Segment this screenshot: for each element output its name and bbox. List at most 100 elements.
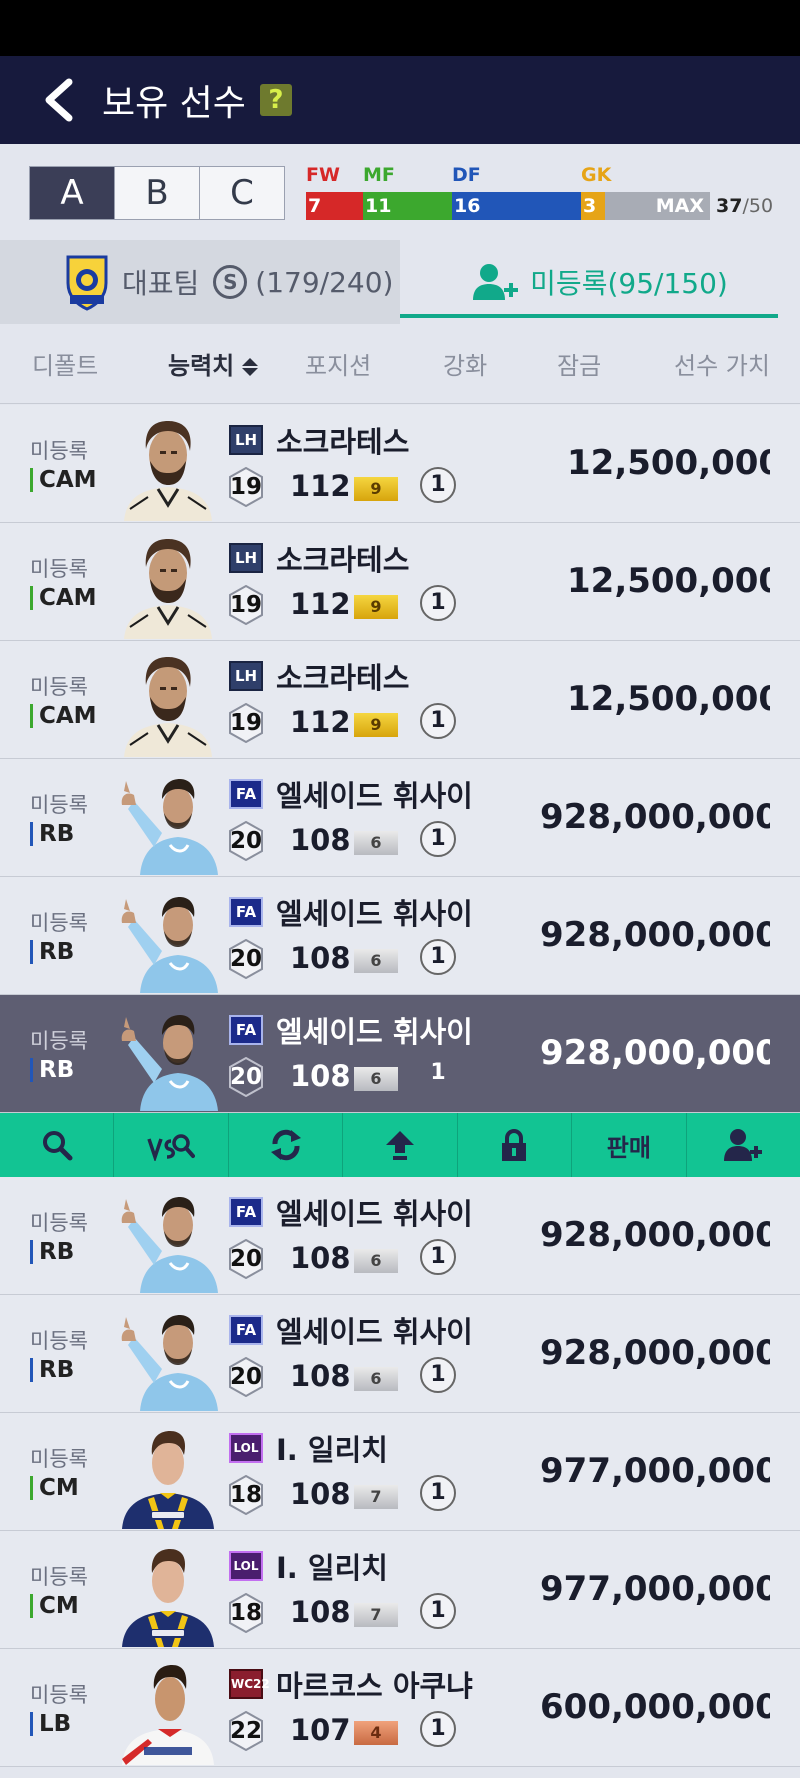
back-arrow-icon[interactable]: [28, 70, 88, 130]
sort-option-label: 디폴트: [32, 352, 99, 380]
sort-option-2[interactable]: 포지션: [305, 346, 371, 381]
registration-status: 미등록: [30, 1683, 88, 1707]
lock-button[interactable]: [458, 1113, 573, 1177]
sort-option-4[interactable]: 잠금: [557, 346, 601, 381]
player-portrait: [118, 1005, 218, 1111]
player-position: RB: [30, 1239, 74, 1265]
vs-search-button[interactable]: [114, 1113, 229, 1177]
salary-badge: 19: [228, 467, 264, 507]
player-row[interactable]: 미등록 RB FA 엘세이드 휘사이 20 108 6 1 928,000,000: [0, 877, 800, 995]
season-badge-icon: FA: [229, 897, 263, 927]
player-portrait: [118, 1659, 218, 1765]
register-player-button[interactable]: [687, 1113, 800, 1177]
player-row[interactable]: 미등록 LB WC22 마르코스 아쿠냐 22 107 4 1 600,000,000: [0, 1649, 800, 1767]
salary-badge: 20: [228, 821, 264, 861]
pos-bar-gk: 3: [581, 192, 605, 220]
player-value: 977,000,000: [540, 1451, 770, 1491]
registration-status: 미등록: [30, 1565, 88, 1589]
squad-tab-b[interactable]: B: [115, 167, 200, 219]
player-list: 미등록CAMLH소크라테스191129112,500,000,000미등록CAM…: [0, 405, 800, 1767]
card-count: 1: [420, 703, 456, 739]
player-row[interactable]: 미등록 CAM LH 소크라테스 19 11291 12,500,000,000: [0, 405, 800, 523]
registration-status: 미등록: [30, 1447, 88, 1471]
squad-tab-a[interactable]: A: [30, 167, 115, 219]
player-row[interactable]: 미등록 RB FA 엘세이드 휘사이 20 108 6 1 928,000,000: [0, 995, 800, 1113]
season-badge-icon: FA: [229, 1197, 263, 1227]
pos-bar-mf: 11: [363, 192, 452, 220]
player-portrait: [118, 1423, 218, 1529]
card-count: 1: [420, 1593, 456, 1629]
overall-rating: 108: [290, 1359, 351, 1393]
salary-badge: 18: [228, 1475, 264, 1515]
player-row[interactable]: 미등록 CAM LH 소크라테스 19 11291 12,500,000,000: [0, 523, 800, 641]
player-name: 소크라테스: [276, 425, 410, 459]
overall-rating: 108: [290, 1241, 351, 1275]
player-name: 엘세이드 휘사이: [276, 897, 473, 931]
search-button[interactable]: [0, 1113, 115, 1177]
season-badge-icon: FA: [229, 779, 263, 809]
enhancement-badge: 9: [354, 713, 398, 737]
player-row[interactable]: 미등록 CM LOL I. 일리치 18 108 7 1 977,000,000: [0, 1531, 800, 1649]
player-name: 엘세이드 휘사이: [276, 1315, 473, 1349]
player-value: 928,000,000: [540, 1033, 770, 1073]
enhancement-badge: 6: [354, 831, 398, 855]
player-portrait: [118, 1187, 218, 1293]
lock-icon: [500, 1128, 528, 1162]
swap-button[interactable]: [229, 1113, 344, 1177]
overall-rating: 112: [290, 705, 351, 739]
player-position: CAM: [30, 467, 97, 493]
player-portrait: [118, 1541, 218, 1647]
salary-badge: 20: [228, 1057, 264, 1097]
enhancement-badge: 7: [354, 1603, 398, 1627]
player-name: 소크라테스: [276, 543, 410, 577]
team-label: 대표팀: [122, 267, 200, 300]
player-row[interactable]: 미등록 CM LOL I. 일리치 18 108 7 1 977,000,000: [0, 1413, 800, 1531]
player-name: 마르코스 아쿠냐: [276, 1669, 473, 1703]
season-badge-icon: FA: [229, 1315, 263, 1345]
player-row[interactable]: 미등록 RB FA 엘세이드 휘사이 20 108 6 1 928,000,000: [0, 1295, 800, 1413]
enhancement-badge: 9: [354, 595, 398, 619]
page-title: 보유 선수: [102, 83, 246, 124]
sort-option-5[interactable]: 선수 가치: [674, 346, 770, 381]
pos-label-mf: MF: [363, 164, 395, 186]
season-badge-icon: WC22: [229, 1669, 270, 1699]
player-row[interactable]: 미등록 RB FA 엘세이드 휘사이 20 108 6 1 928,000,000: [0, 1177, 800, 1295]
player-name: 엘세이드 휘사이: [276, 779, 473, 813]
sort-option-0[interactable]: 디폴트: [32, 346, 98, 381]
enhancement-badge: 4: [354, 1721, 398, 1745]
player-position: CM: [30, 1593, 79, 1619]
player-name: I. 일리치: [276, 1433, 388, 1467]
player-position: RB: [30, 821, 74, 847]
overall-rating: 108: [290, 941, 351, 975]
s-badge-icon: S: [213, 265, 248, 299]
season-badge-icon: LOL: [229, 1433, 263, 1463]
team-count: (179/240): [255, 265, 394, 299]
squad-tab-c[interactable]: C: [200, 167, 284, 219]
player-portrait: [118, 651, 218, 757]
player-value: 600,000,000: [540, 1687, 770, 1727]
player-value: 12,500,000,000: [567, 679, 770, 719]
card-count: 1: [420, 821, 456, 857]
registration-status: 미등록: [30, 911, 88, 935]
enhancement-badge: 7: [354, 1485, 398, 1509]
upgrade-arrow-button[interactable]: [343, 1113, 458, 1177]
sell-button[interactable]: 판매: [572, 1113, 687, 1177]
player-row[interactable]: 미등록 CAM LH 소크라테스 19 11291 12,500,000,000: [0, 641, 800, 759]
sort-bar: 디폴트 능력치 포지션 강화 잠금 선수 가치: [0, 324, 800, 404]
card-count: 1: [420, 585, 456, 621]
card-count: 1: [420, 1239, 456, 1275]
sort-option-3[interactable]: 강화: [443, 346, 487, 381]
registration-status: 미등록: [30, 793, 88, 817]
pos-label-df: DF: [452, 164, 481, 186]
tab-unregistered[interactable]: 미등록(95/150): [400, 240, 800, 324]
salary-badge: 20: [228, 1357, 264, 1397]
player-value: 928,000,000: [540, 797, 770, 837]
sort-option-1[interactable]: 능력치: [168, 346, 260, 381]
overall-rating: 108: [290, 1059, 351, 1093]
player-row[interactable]: 미등록 RB FA 엘세이드 휘사이 20 108 6 1 928,000,000: [0, 759, 800, 877]
tab-representative-team[interactable]: 대표팀 S (179/240): [0, 240, 400, 324]
sort-option-label: 선수 가치: [674, 352, 770, 380]
add-person-icon: [473, 264, 519, 300]
salary-badge: 18: [228, 1593, 264, 1633]
help-icon[interactable]: ?: [259, 84, 292, 116]
